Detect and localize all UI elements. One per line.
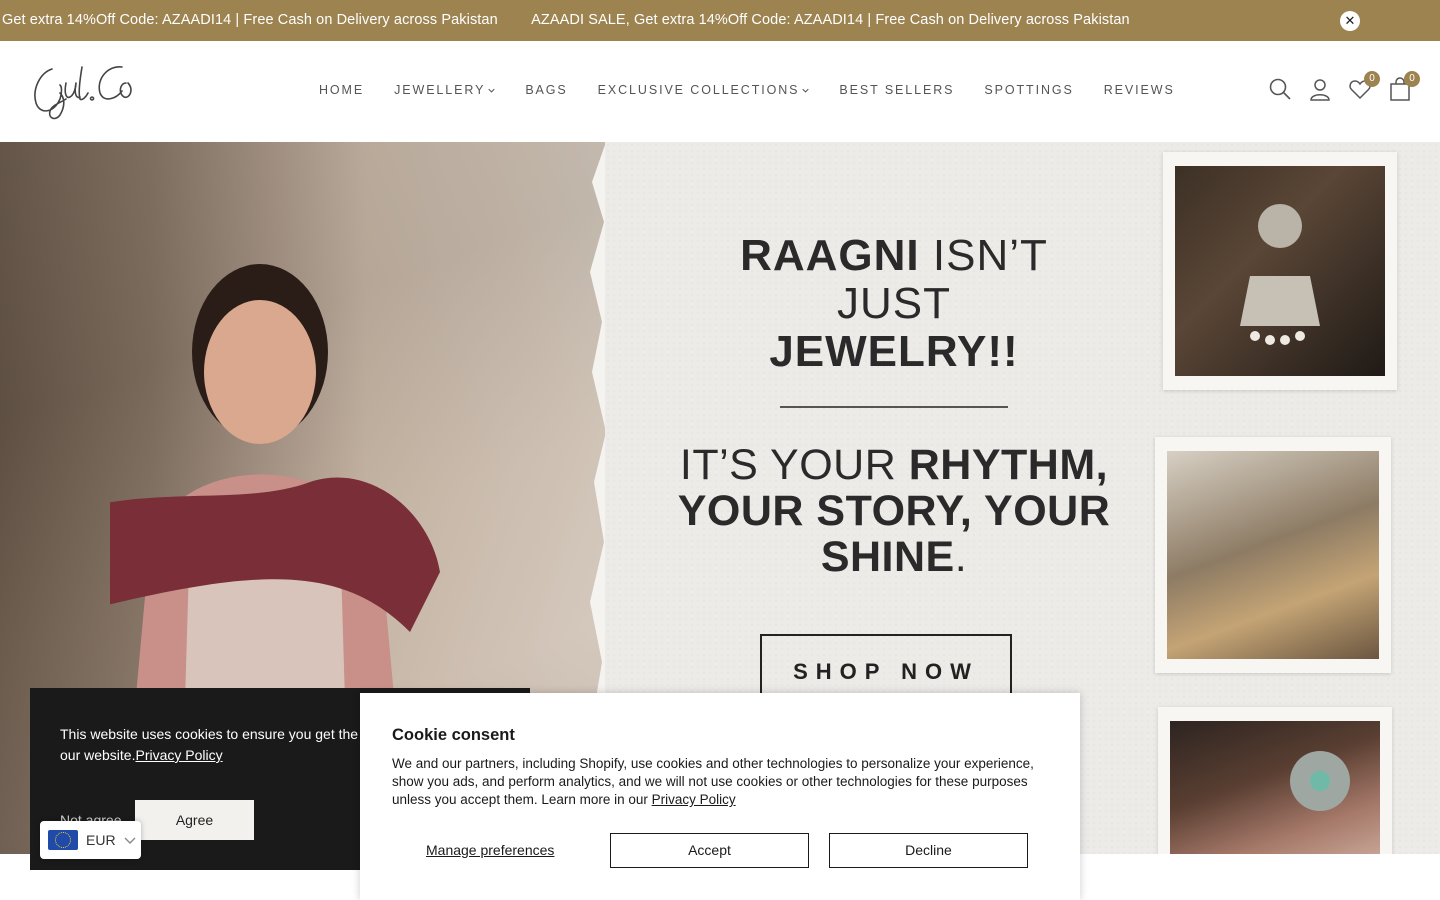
announcement-track: Get extra 14%Off Code: AZAADI14 | Free C… [2, 12, 1160, 28]
hero-word-raagni: RAAGNI [740, 231, 920, 280]
nav-spottings[interactable]: SPOTTINGS [984, 83, 1073, 97]
polaroid-ring [1158, 707, 1392, 854]
search-button[interactable] [1268, 77, 1296, 105]
main-nav: HOME JEWELLERY BAGS EXCLUSIVE COLLECTION… [319, 83, 1205, 97]
polaroid-earring [1163, 152, 1397, 390]
nav-home[interactable]: HOME [319, 83, 364, 97]
hero-word-rhythm: RHYTHM, [908, 441, 1109, 489]
wishlist-button[interactable]: 0 [1348, 71, 1380, 105]
logo-script [34, 66, 132, 120]
hero-line-6: SHINE. [644, 534, 1144, 580]
currency-code: EUR [86, 832, 116, 848]
hero-line-2: JUST [837, 279, 951, 328]
currency-selector[interactable]: EUR [40, 821, 141, 859]
nav-reviews[interactable]: REVIEWS [1104, 83, 1175, 97]
hero-headline: RAAGNI ISN’T JUST JEWELRY!! IT’S YOUR RH… [644, 232, 1144, 581]
decline-button[interactable]: Decline [829, 833, 1028, 868]
ring-illustration [1290, 751, 1350, 811]
account-button[interactable] [1308, 77, 1336, 105]
earring-photo [1175, 166, 1385, 376]
announcement-message[interactable]: Get extra 14%Off Code: AZAADI14 | Free C… [2, 12, 498, 28]
nav-label: HOME [319, 83, 365, 97]
anklet-photo [1167, 451, 1379, 659]
polaroid-anklet [1155, 437, 1391, 673]
nav-best-sellers[interactable]: BEST SELLERS [839, 83, 954, 97]
ring-photo [1170, 721, 1380, 854]
cookie-consent-dialog: Cookie consent We and our partners, incl… [360, 693, 1080, 900]
search-icon [1269, 78, 1291, 100]
announcement-message[interactable]: AZAADI SALE, Get extra 14%Off Code: AZAA… [531, 12, 1130, 28]
site-header: HOME JEWELLERY BAGS EXCLUSIVE COLLECTION… [0, 41, 1440, 142]
nav-exclusive-collections[interactable]: EXCLUSIVE COLLECTIONS [598, 83, 810, 97]
nav-label: BEST SELLERS [839, 83, 955, 97]
accept-button[interactable]: Accept [610, 833, 809, 868]
flag-stars [55, 832, 71, 848]
nav-label: JEWELLERY [394, 83, 486, 97]
close-icon[interactable]: ✕ [1340, 11, 1360, 31]
logo[interactable] [30, 59, 150, 123]
eu-flag-icon [48, 830, 78, 850]
nav-label: BAGS [525, 83, 568, 97]
consent-title: Cookie consent [392, 726, 515, 744]
announcement-bar: Get extra 14%Off Code: AZAADI14 | Free C… [0, 0, 1440, 41]
hero-word-shine: SHINE [820, 533, 955, 581]
chevron-down-icon [124, 837, 136, 844]
hero-line-5: YOUR STORY, YOUR [644, 488, 1144, 534]
cart-count-badge: 0 [1404, 71, 1420, 87]
header-actions: 0 0 [1266, 71, 1426, 107]
hero-line-4: IT’S YOUR RHYTHM, [644, 442, 1144, 488]
nav-label: REVIEWS [1103, 83, 1175, 97]
divider [780, 406, 1008, 408]
hero-word-isnt: ISN’T [919, 231, 1048, 280]
hero-line-1: RAAGNI ISN’T [644, 232, 1144, 280]
privacy-policy-link[interactable]: Privacy Policy [135, 747, 222, 763]
nav-bags[interactable]: BAGS [525, 83, 567, 97]
consent-body: We and our partners, including Shopify, … [392, 755, 1052, 809]
nav-label: SPOTTINGS [984, 83, 1074, 97]
wishlist-count-badge: 0 [1364, 71, 1380, 87]
hero-period: . [954, 533, 968, 581]
hero-word-its-your: IT’S YOUR [679, 441, 909, 489]
agree-button[interactable]: Agree [135, 800, 254, 840]
chevron-down-icon [802, 88, 810, 93]
nav-label: EXCLUSIVE COLLECTIONS [597, 83, 800, 97]
hero-line-3: JEWELRY!! [644, 328, 1144, 376]
hero-word-jewelry: JEWELRY!! [769, 327, 1019, 376]
cart-button[interactable]: 0 [1388, 71, 1420, 105]
manage-preferences-button[interactable]: Manage preferences [426, 842, 554, 858]
user-icon [1310, 79, 1330, 101]
hero-words-your-story: YOUR STORY, YOUR [677, 487, 1111, 535]
consent-privacy-policy-link[interactable]: Privacy Policy [652, 792, 736, 807]
chevron-down-icon [488, 88, 495, 93]
nav-jewellery[interactable]: JEWELLERY [394, 83, 495, 97]
earring-illustration [1240, 204, 1320, 345]
